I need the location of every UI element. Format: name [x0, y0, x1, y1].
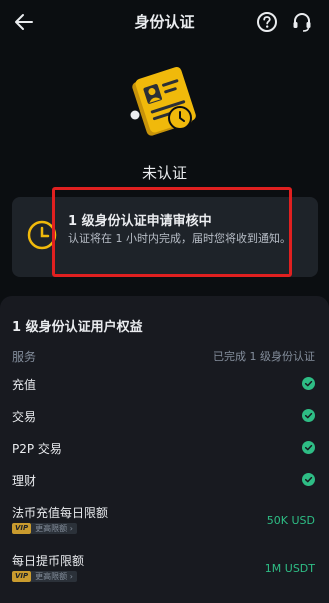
check-circle-icon — [302, 377, 315, 390]
vip-badge: VIP — [12, 522, 32, 534]
benefit-row: P2P 交易 — [12, 440, 315, 460]
benefits-card: 1 级身份认证用户权益 服务 已完成 1 级身份认证 充值 交易 P2P 交易 — [0, 296, 329, 603]
vip-higher-limit-link[interactable]: VIP 更高限额 › — [12, 570, 77, 582]
question-circle-icon[interactable] — [256, 11, 278, 33]
limit-row: 每日提币限额 VIP 更高限额 › 1M USDT — [12, 552, 315, 588]
higher-limit-link[interactable]: 更高限额 › — [31, 522, 77, 534]
check-circle-icon — [302, 473, 315, 486]
completed-status-label: 已完成 1 级身份认证 — [213, 350, 315, 363]
identity-verification-page: 身份认证 未认证 1 级身份认证申请审核中 认证将在 1 小时内完成，届时您将收… — [0, 0, 329, 603]
benefit-row: 理财 — [12, 472, 315, 492]
benefit-label: 理财 — [12, 474, 37, 488]
check-circle-icon — [302, 441, 315, 454]
higher-limit-link[interactable]: 更高限额 › — [31, 570, 77, 582]
benefits-title: 1 级身份认证用户权益 — [12, 320, 143, 335]
id-card-illustration — [130, 66, 196, 136]
top-bar: 身份认证 — [0, 0, 329, 44]
benefit-label: P2P 交易 — [12, 442, 62, 456]
limit-row: 法币充值每日限额 VIP 更高限额 › 50K USD — [12, 504, 315, 540]
limit-label: 每日提币限额 — [12, 554, 85, 568]
benefit-row: 交易 — [12, 408, 315, 428]
benefit-label: 充值 — [12, 378, 37, 392]
limit-value: 1M USDT — [264, 562, 315, 575]
limit-value: 50K USD — [266, 514, 315, 527]
benefit-row: 充值 — [12, 376, 315, 396]
service-column-label: 服务 — [12, 350, 37, 364]
highlight-box — [52, 187, 292, 277]
vip-badge: VIP — [12, 570, 32, 582]
benefits-header-row: 服务 已完成 1 级身份认证 — [12, 348, 315, 368]
vip-higher-limit-link[interactable]: VIP 更高限额 › — [12, 522, 77, 534]
check-circle-icon — [302, 409, 315, 422]
limit-label: 法币充值每日限额 — [12, 506, 109, 520]
page-title: 身份认证 — [134, 13, 195, 31]
verification-status: 未认证 — [141, 164, 187, 182]
headset-icon[interactable] — [291, 11, 313, 33]
benefit-label: 交易 — [12, 410, 37, 424]
